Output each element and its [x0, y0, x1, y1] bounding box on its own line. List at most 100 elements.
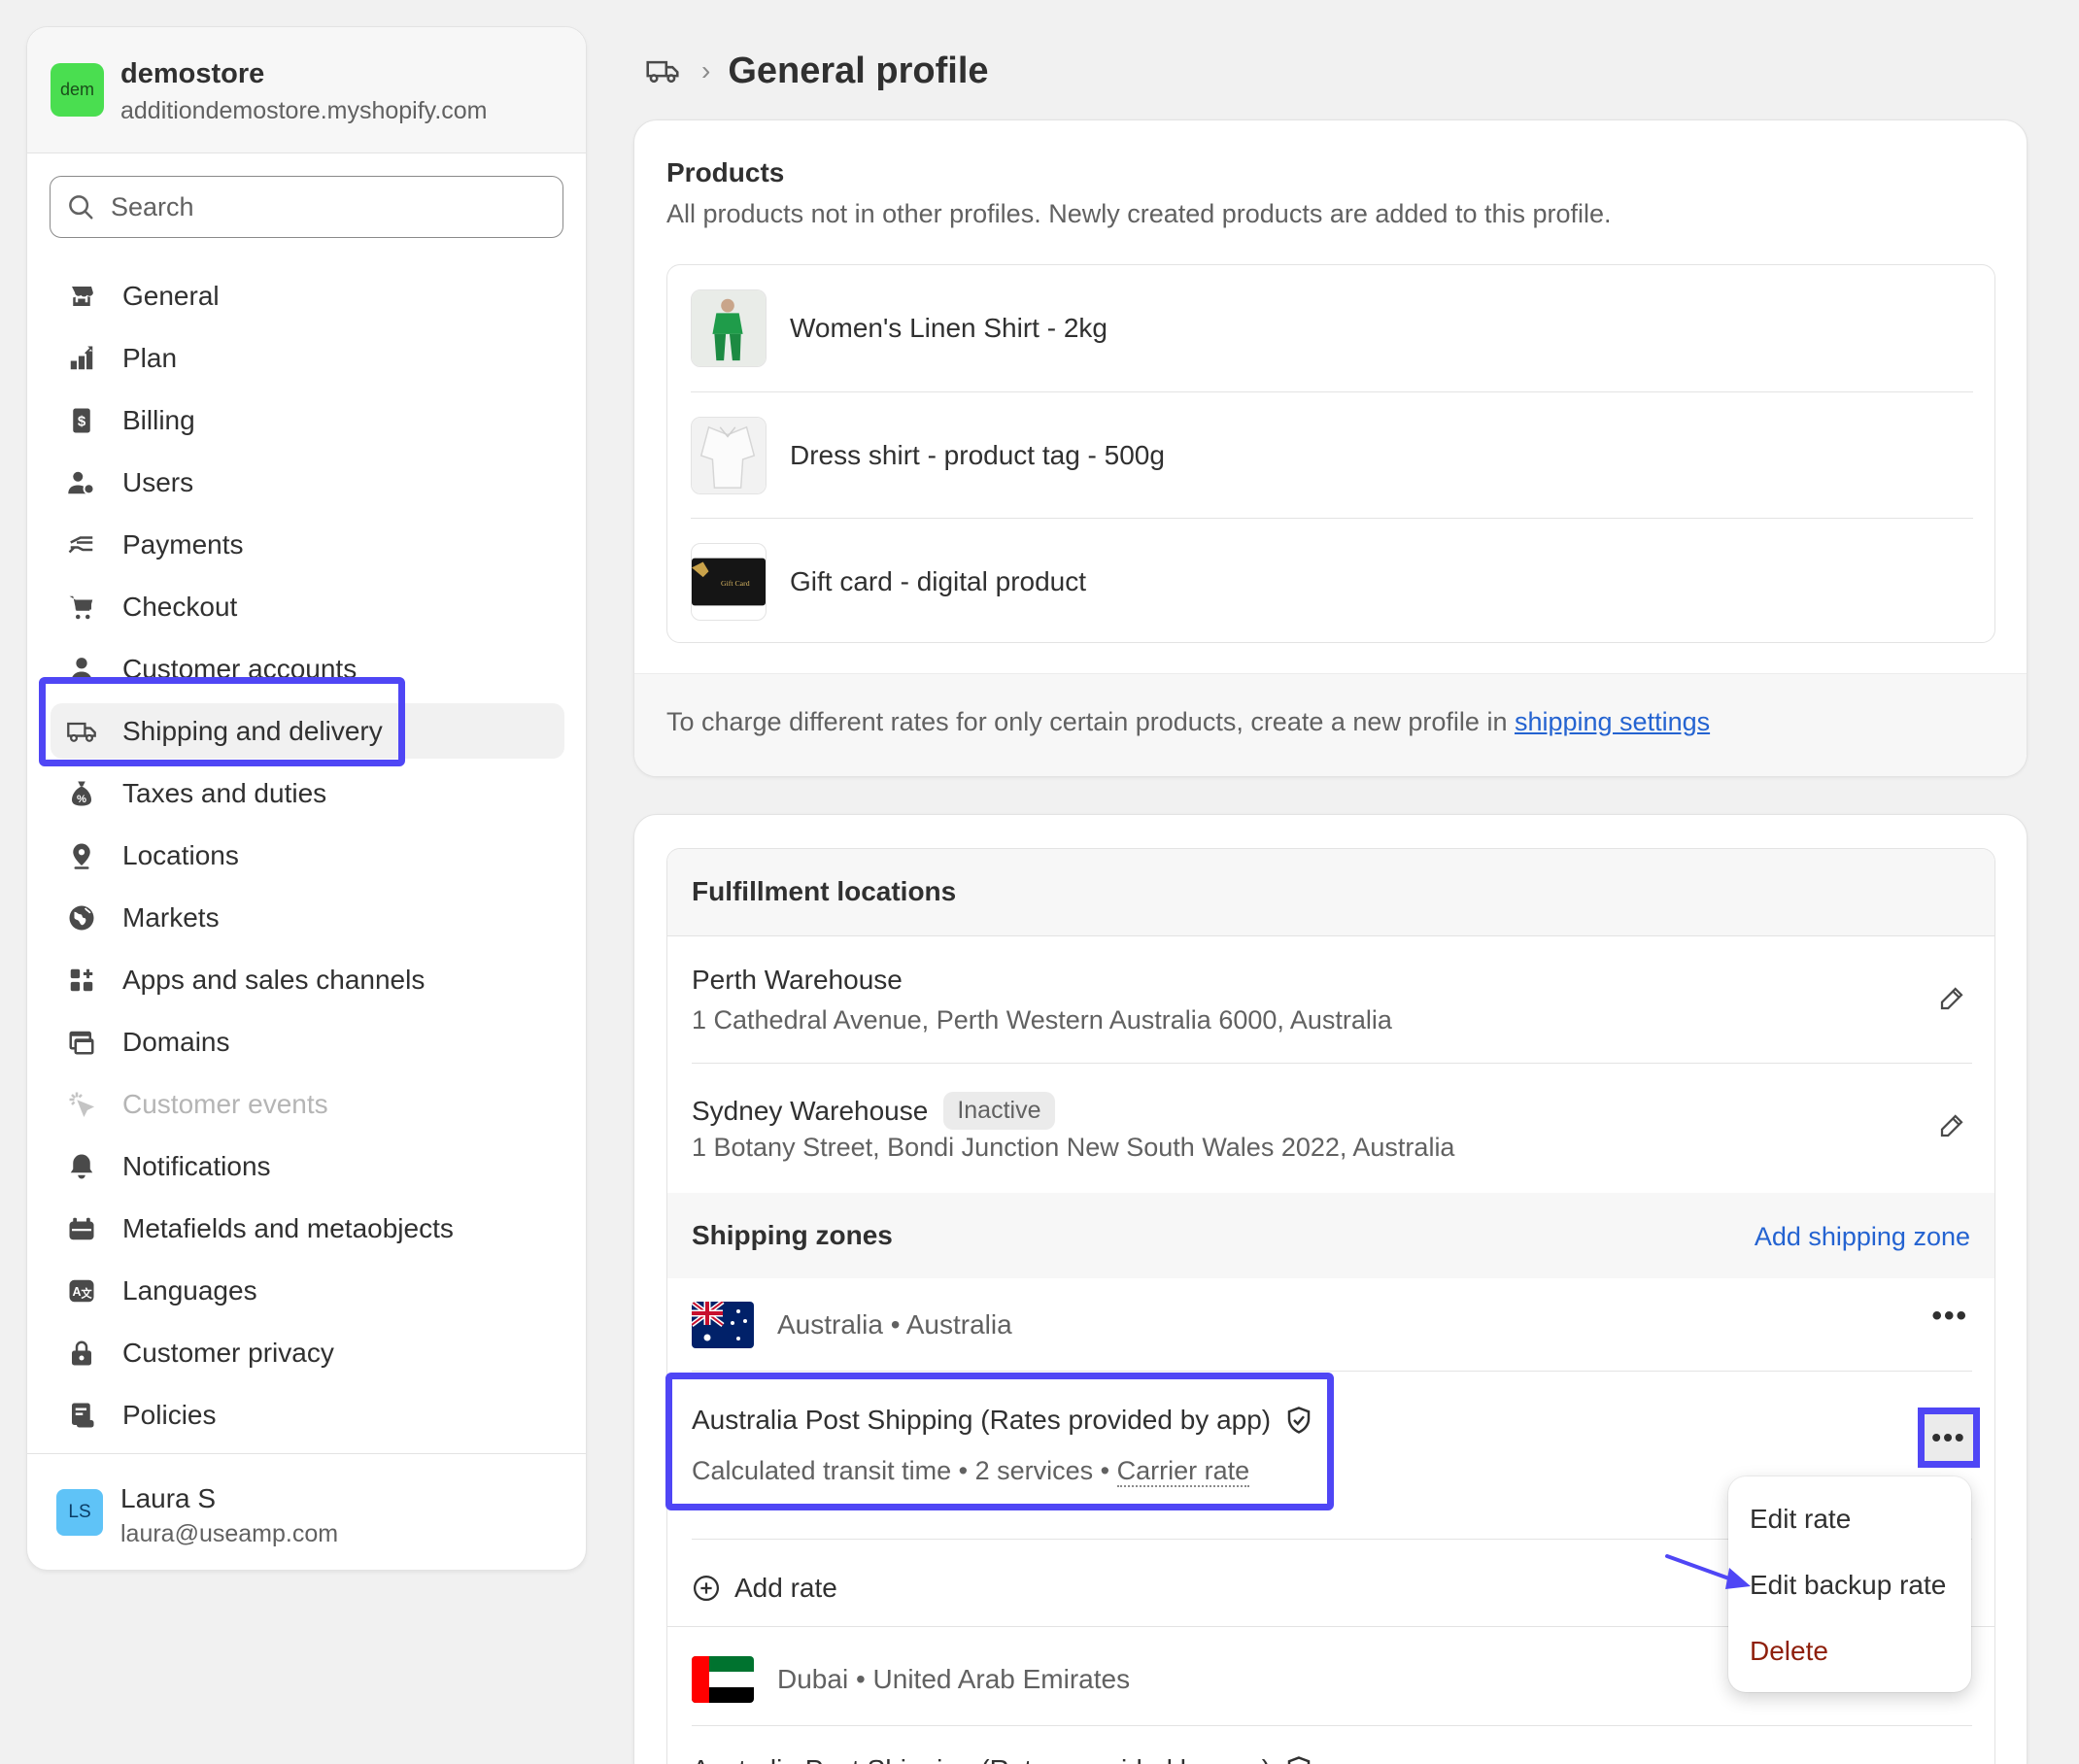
rate-details-text: Calculated transit time • 2 services •: [692, 1456, 1117, 1485]
user-name: Laura S: [120, 1483, 217, 1513]
rate-title-text: Australia Post Shipping (Rates provided …: [692, 1405, 1272, 1435]
sidebar-item-label: Languages: [122, 1274, 257, 1306]
sidebar-item-notifications[interactable]: Notifications: [51, 1138, 564, 1194]
product-thumbnail: Gift Card: [691, 542, 767, 621]
sidebar-item-billing[interactable]: $ Billing: [51, 392, 564, 448]
payments-icon: [64, 527, 99, 562]
sidebar-item-taxes-and-duties[interactable]: % Taxes and duties: [51, 765, 564, 821]
sidebar-item-label: Notifications: [122, 1150, 271, 1181]
user-email: laura@useamp.com: [120, 1520, 339, 1547]
product-row[interactable]: Gift Card Gift card - digital product: [691, 518, 1973, 644]
sidebar-item-plan[interactable]: Plan: [51, 330, 564, 386]
verified-shield-icon: [1287, 1756, 1311, 1764]
fulfillment-header: Fulfillment locations: [667, 849, 1994, 936]
location-address: 1 Botany Street, Bondi Junction New Sout…: [692, 1133, 1455, 1162]
product-row[interactable]: Dress shirt - product tag - 500g: [691, 391, 1973, 518]
search-box[interactable]: [50, 176, 563, 238]
sidebar-item-label: Customer accounts: [122, 653, 358, 684]
page-title: General profile: [728, 50, 989, 91]
sidebar-item-users[interactable]: Users: [51, 455, 564, 510]
sidebar-item-domains[interactable]: Domains: [51, 1014, 564, 1069]
sidebar-item-label: Policies: [122, 1399, 217, 1430]
australia-flag-icon: [692, 1301, 754, 1348]
menu-item-edit-backup-rate[interactable]: Edit backup rate: [1750, 1570, 1946, 1601]
location-pin-icon: [64, 838, 99, 873]
domains-icon: [64, 1025, 99, 1060]
add-rate-button[interactable]: Add rate: [692, 1573, 837, 1604]
footer-text: To charge different rates for only certa…: [666, 707, 1515, 736]
rate-title: Australia Post Shipping (Rates provided …: [692, 1754, 1313, 1764]
user-account[interactable]: LS Laura S laura@useamp.com: [27, 1453, 586, 1570]
status-badge: Inactive: [943, 1092, 1055, 1130]
sidebar-item-label: Checkout: [122, 591, 238, 622]
svg-text:$: $: [78, 413, 86, 429]
tax-icon: %: [64, 776, 99, 811]
gift-card-thumb-text: Gift Card: [721, 578, 750, 587]
sidebar-item-label: Customer events: [122, 1088, 328, 1119]
sidebar-item-label: Payments: [122, 528, 244, 560]
rate-title: Australia Post Shipping (Rates provided …: [692, 1405, 1313, 1436]
product-list: Women's Linen Shirt - 2kg Dress shirt - …: [666, 264, 1995, 643]
plan-icon: [64, 341, 99, 376]
truck-icon: [64, 714, 99, 749]
user-avatar: LS: [56, 1489, 103, 1536]
menu-item-edit-rate[interactable]: Edit rate: [1750, 1504, 1851, 1535]
users-icon: [64, 465, 99, 500]
svg-text:%: %: [77, 793, 86, 804]
sidebar-item-label: Users: [122, 466, 194, 497]
sidebar-item-policies[interactable]: Policies: [51, 1387, 564, 1442]
zone-row-australia: Australia • Australia •••: [692, 1278, 1972, 1372]
menu-item-delete[interactable]: Delete: [1750, 1636, 1828, 1667]
sidebar-item-locations[interactable]: Locations: [51, 828, 564, 883]
rate-actions-menu: Edit rate Edit backup rate Delete: [1728, 1476, 1971, 1692]
location-name-text: Perth Warehouse: [692, 965, 903, 995]
person-icon: [64, 652, 99, 687]
location-row: Sydney Warehouse Inactive 1 Botany Stree…: [692, 1065, 1972, 1191]
sidebar-item-payments[interactable]: Payments: [51, 517, 564, 572]
language-icon: A文: [64, 1273, 99, 1308]
uae-flag-icon: [692, 1655, 754, 1703]
products-title: Products: [666, 157, 785, 187]
truck-icon[interactable]: [645, 57, 680, 85]
sidebar-item-languages[interactable]: A文 Languages: [51, 1263, 564, 1318]
rate-more-actions-button[interactable]: •••: [1918, 1408, 1980, 1468]
verified-shield-icon: [1287, 1407, 1311, 1434]
zone-more-actions-button[interactable]: •••: [1931, 1300, 1968, 1333]
cart-icon: [64, 590, 99, 625]
edit-pencil-icon[interactable]: [1937, 984, 1966, 1013]
sidebar-item-shipping-and-delivery[interactable]: Shipping and delivery: [51, 703, 564, 759]
sidebar-item-label: General: [122, 280, 220, 311]
store-header[interactable]: dem demostore additiondemostore.myshopif…: [27, 27, 586, 153]
location-name-text: Sydney Warehouse: [692, 1095, 929, 1126]
svg-text:文: 文: [81, 1286, 92, 1300]
policies-icon: [64, 1398, 99, 1433]
sidebar-item-customer-privacy[interactable]: Customer privacy: [51, 1325, 564, 1380]
search-icon: [69, 195, 93, 220]
plus-circle-icon: [694, 1576, 719, 1601]
location-row: Perth Warehouse 1 Cathedral Avenue, Pert…: [692, 937, 1972, 1064]
location-name: Sydney Warehouse Inactive: [692, 1092, 1055, 1130]
shipping-zones-header: Shipping zones Add shipping zone: [667, 1193, 1994, 1278]
carrier-rate-label[interactable]: Carrier rate: [1116, 1456, 1250, 1487]
sidebar-item-apps-and-sales-channels[interactable]: Apps and sales channels: [51, 952, 564, 1007]
breadcrumb-chevron-icon: ›: [701, 55, 711, 85]
store-icon: [64, 279, 99, 314]
sidebar-item-metafields[interactable]: Metafields and metaobjects: [51, 1201, 564, 1256]
settings-nav: General Plan $ Billing Users Payments Ch…: [51, 268, 564, 1449]
shipping-zones-title: Shipping zones: [692, 1220, 893, 1250]
sidebar-item-checkout[interactable]: Checkout: [51, 579, 564, 634]
sidebar-item-customer-events[interactable]: Customer events: [51, 1076, 564, 1132]
sidebar-item-label: Metafields and metaobjects: [122, 1212, 454, 1243]
sidebar-item-general[interactable]: General: [51, 268, 564, 323]
sidebar-item-label: Domains: [122, 1026, 230, 1057]
add-shipping-zone-link[interactable]: Add shipping zone: [1755, 1222, 1970, 1252]
sidebar-item-customer-accounts[interactable]: Customer accounts: [51, 641, 564, 696]
lock-icon: [64, 1336, 99, 1371]
edit-pencil-icon[interactable]: [1937, 1111, 1966, 1140]
search-input[interactable]: [111, 191, 528, 222]
sidebar-item-markets[interactable]: Markets: [51, 890, 564, 945]
location-address: 1 Cathedral Avenue, Perth Western Austra…: [692, 1005, 1392, 1035]
product-row[interactable]: Women's Linen Shirt - 2kg: [691, 265, 1973, 391]
bell-icon: [64, 1149, 99, 1184]
shipping-settings-link[interactable]: shipping settings: [1515, 707, 1710, 736]
